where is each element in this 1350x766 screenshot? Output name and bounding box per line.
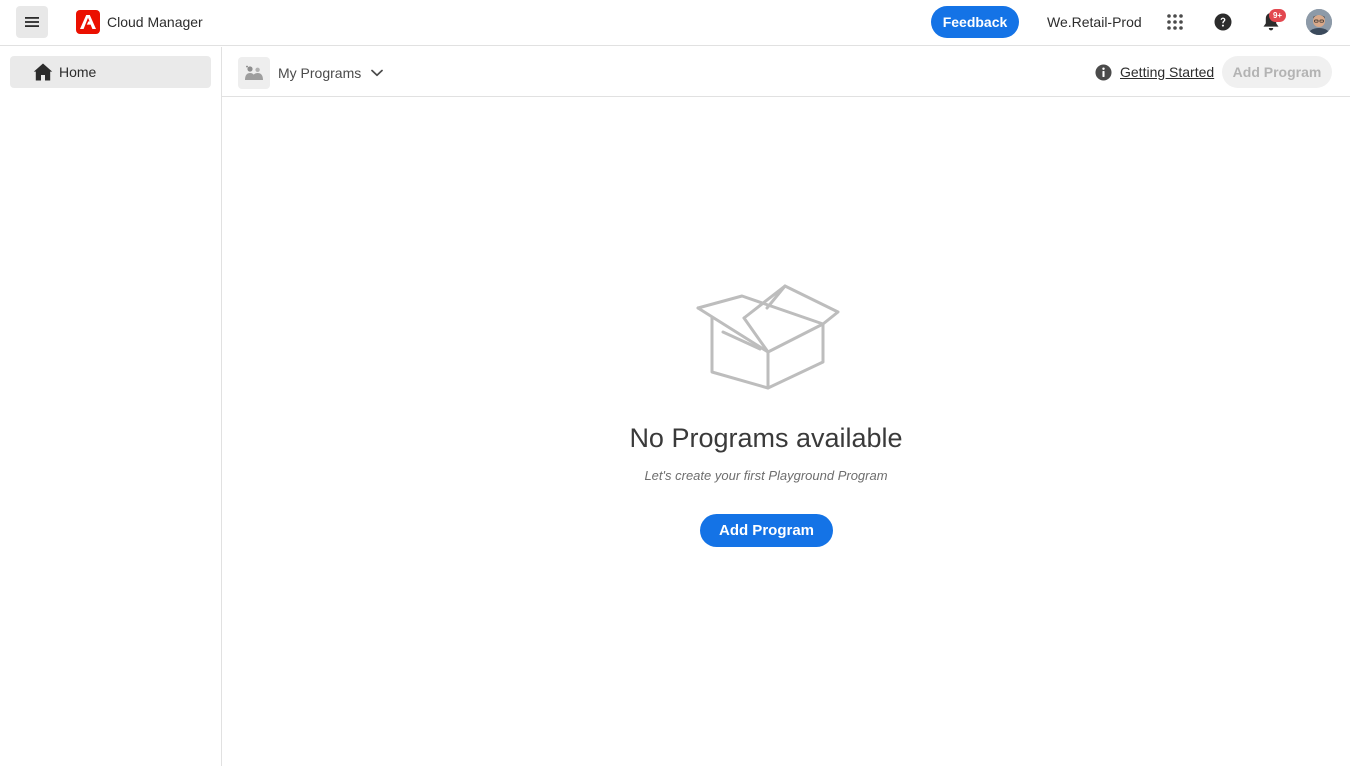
- program-toolbar: My Programs Getting Started Add Program: [222, 47, 1350, 97]
- empty-state-title: No Programs available: [629, 423, 903, 453]
- org-switcher[interactable]: We.Retail-Prod: [1047, 14, 1142, 30]
- program-selector-label: My Programs: [278, 65, 362, 81]
- hamburger-icon: [25, 17, 39, 27]
- adobe-logo: [76, 10, 100, 34]
- program-icon: [238, 57, 270, 89]
- feedback-button[interactable]: Feedback: [931, 6, 1019, 38]
- add-program-toolbar-button[interactable]: Add Program: [1222, 56, 1332, 88]
- program-selector[interactable]: My Programs: [238, 57, 384, 89]
- empty-box-illustration: [690, 280, 846, 396]
- add-program-button[interactable]: Add Program: [700, 514, 833, 547]
- info-icon: [1094, 63, 1112, 81]
- empty-state-subtitle: Let's create your first Playground Progr…: [644, 468, 888, 483]
- top-header: Cloud Manager Feedback We.Retail-Prod 9+: [0, 0, 1350, 46]
- app-title[interactable]: Cloud Manager: [107, 14, 203, 30]
- chevron-down-icon: [371, 67, 384, 79]
- sidebar-item-label: Home: [59, 64, 97, 80]
- notification-count-badge: 9+: [1269, 9, 1286, 22]
- user-avatar[interactable]: [1306, 9, 1332, 35]
- getting-started-link[interactable]: Getting Started: [1120, 64, 1214, 80]
- sidebar-item-home[interactable]: Home: [10, 56, 211, 88]
- sidebar: Home: [0, 47, 222, 766]
- menu-toggle-button[interactable]: [16, 6, 48, 38]
- help-icon[interactable]: [1211, 10, 1235, 34]
- home-icon: [33, 63, 53, 81]
- apps-grid-icon[interactable]: [1163, 10, 1187, 34]
